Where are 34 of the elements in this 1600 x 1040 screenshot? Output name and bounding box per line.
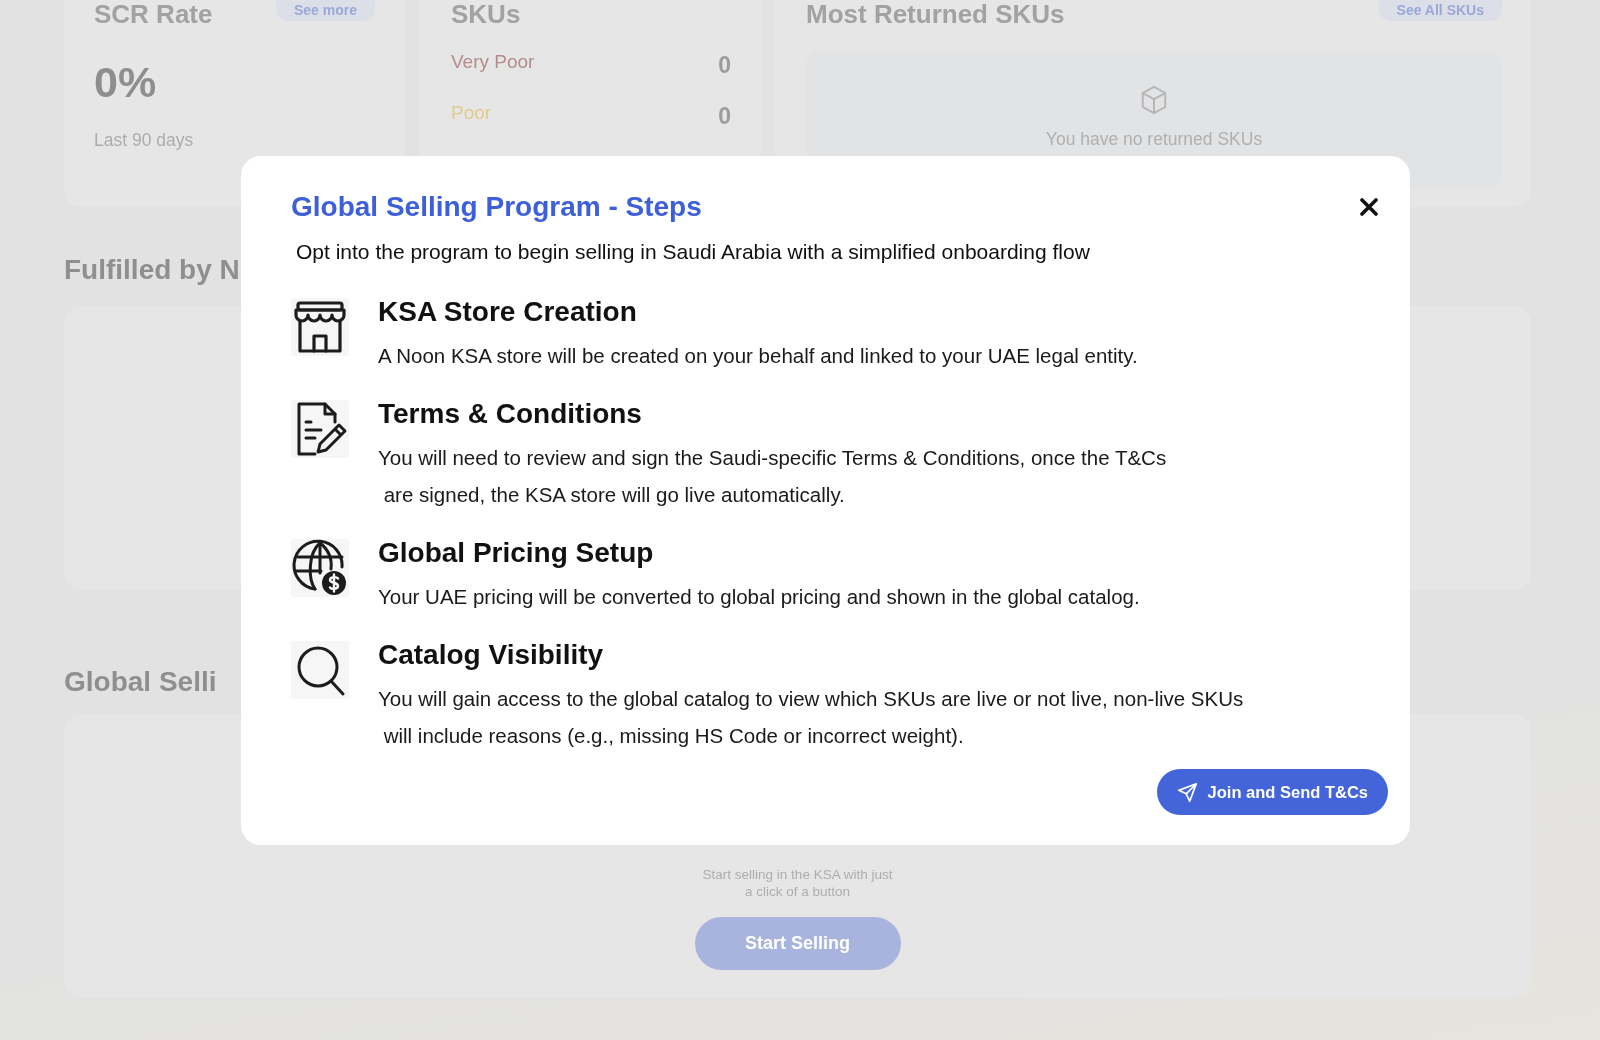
step-description: A Noon KSA store will be created on your behalf and linked to your UAE legal entity. — [378, 343, 1138, 369]
sku-count: 0 — [718, 103, 731, 129]
step-description: You will gain access to the global catalog to view which SKUs are live or not live, non-live SKUs will include reasons (e.g., missing HS Code or incorrect weight). — [378, 686, 1244, 749]
step-description: You will need to review and sign the Saudi-specific Terms & Conditions, once the T&Cs are signed, the KSA store will go live automatically. — [378, 445, 1167, 508]
store-icon — [291, 298, 349, 356]
send-icon — [1176, 781, 1198, 803]
dialog-title: Global Selling Program - Steps — [291, 190, 702, 224]
dialog-subtitle: Opt into the program to begin selling in Saudi Arabia with a simplified onboarding flow — [296, 239, 1090, 265]
join-send-button[interactable]: Join and Send T&Cs — [1156, 769, 1388, 815]
promo-message: Start selling in the KSA with just a click of a button — [701, 866, 894, 900]
cube-icon — [1139, 85, 1169, 115]
document-pen-icon — [291, 400, 349, 458]
step-description: Your UAE pricing will be converted to global pricing and shown in the global catalog. — [378, 584, 1140, 610]
scr-rate-value: 0% — [94, 57, 157, 107]
quality-label: Very Poor — [451, 51, 535, 73]
see-all-link[interactable]: See All SKUs — [1378, 0, 1502, 21]
section-heading: Global Selli — [64, 665, 217, 699]
quality-label: Poor — [451, 102, 492, 124]
step-title: KSA Store Creation — [378, 296, 637, 328]
see-more-link[interactable]: See more — [275, 0, 375, 21]
period-caption: Last 90 days — [94, 130, 194, 150]
card-title: Most Returned SKUs — [806, 0, 1065, 28]
search-icon — [291, 641, 349, 699]
globe-dollar-icon — [291, 539, 349, 597]
step-title: Global Pricing Setup — [378, 537, 654, 569]
sku-count: 0 — [718, 52, 731, 78]
step-title: Catalog Visibility — [378, 639, 604, 671]
start-selling-button[interactable]: Start Selling — [694, 917, 901, 970]
card-title: SKUs — [451, 0, 521, 28]
card-title: SCR Rate — [94, 0, 213, 28]
section-heading: Fulfilled by N — [64, 253, 240, 287]
step-title: Terms & Conditions — [378, 398, 642, 430]
close-icon — [1360, 198, 1378, 216]
close-button[interactable] — [1360, 198, 1378, 216]
